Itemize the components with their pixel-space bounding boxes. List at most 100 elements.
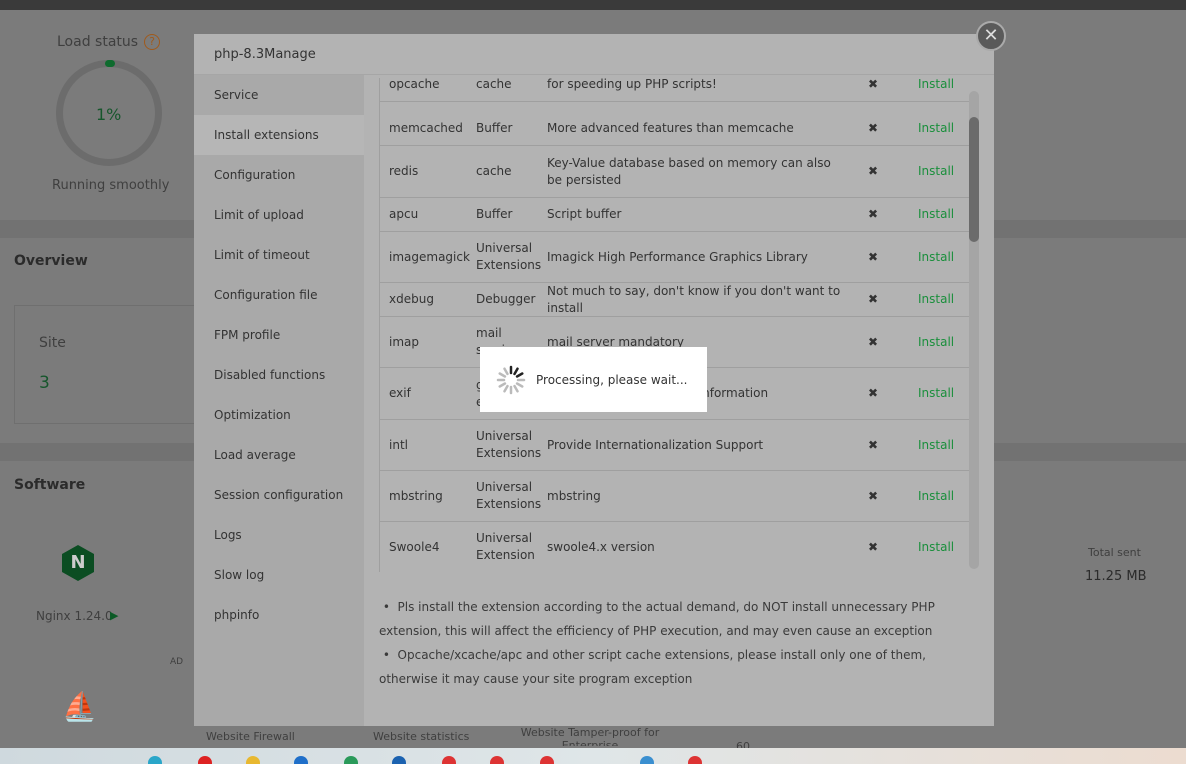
app-icon[interactable] xyxy=(640,756,654,764)
gauge-indicator xyxy=(105,60,115,67)
not-installed-icon: ✖ xyxy=(868,164,879,178)
statistics-label[interactable]: Website statistics xyxy=(373,730,469,743)
scrollbar-thumb[interactable] xyxy=(969,117,979,242)
extension-name: imagemagick xyxy=(389,249,470,264)
sidebar-item[interactable]: phpinfo xyxy=(194,595,364,635)
install-button[interactable]: Install xyxy=(918,163,954,180)
spinner-segment xyxy=(498,371,507,378)
install-button[interactable]: Install xyxy=(918,385,954,402)
sidebar-item[interactable]: FPM profile xyxy=(194,315,364,355)
sidebar-item[interactable]: Optimization xyxy=(194,395,364,435)
load-text: Running smoothly xyxy=(52,178,170,193)
chrome-icon[interactable] xyxy=(688,756,702,764)
install-button[interactable]: Install xyxy=(918,249,954,266)
extension-type: Debugger xyxy=(476,292,536,306)
site-value[interactable]: 3 xyxy=(39,373,50,393)
install-button[interactable]: Install xyxy=(918,120,954,137)
load-value: 1% xyxy=(96,105,122,124)
spinner-segment xyxy=(513,366,519,375)
extension-type: Universal Extension xyxy=(476,531,535,562)
firewall-label[interactable]: Website Firewall xyxy=(206,730,295,743)
spinner-segment xyxy=(503,384,509,393)
install-button[interactable]: Install xyxy=(918,334,954,351)
extension-name: redis xyxy=(389,164,419,178)
ship-icon[interactable]: ⛵ xyxy=(62,690,97,723)
sidebar-item[interactable]: Session configuration xyxy=(194,475,364,515)
extension-name: opcache xyxy=(389,78,440,91)
site-card[interactable] xyxy=(14,305,214,424)
spinner-segment xyxy=(515,381,524,388)
total-sent-label: Total sent xyxy=(1088,546,1141,559)
nginx-version[interactable]: Nginx 1.24.0 xyxy=(36,609,113,623)
extension-type: Universal Extensions xyxy=(476,480,542,511)
chrome-icon[interactable] xyxy=(442,756,456,764)
spinner-segment xyxy=(515,371,524,378)
install-button[interactable]: Install xyxy=(918,539,954,556)
sidebar-item[interactable]: Service xyxy=(194,75,364,115)
extensions-table: opcache cache for speeding up PHP scripts!… xyxy=(379,78,969,572)
install-button[interactable]: Install xyxy=(918,488,954,505)
help-icon[interactable]: ? xyxy=(144,34,160,50)
close-modal-button[interactable]: ✕ xyxy=(976,21,1006,51)
tamper-label[interactable]: Website Tamper-proof for Enterprise xyxy=(515,726,665,746)
sidebar-item[interactable]: Configuration file xyxy=(194,275,364,315)
spinner-icon xyxy=(496,365,526,394)
play-icon[interactable]: ▶ xyxy=(110,609,118,622)
extension-description: Key-Value database based on memory can a… xyxy=(547,155,831,187)
scrollbar[interactable] xyxy=(969,91,979,569)
sidebar-item[interactable]: Limit of timeout xyxy=(194,235,364,275)
not-installed-icon: ✖ xyxy=(868,78,879,91)
not-installed-icon: ✖ xyxy=(868,437,879,452)
table-row: opcache cache for speeding up PHP scripts!… xyxy=(380,78,969,102)
install-button[interactable]: Install xyxy=(918,78,954,93)
install-button[interactable]: Install xyxy=(918,437,954,454)
sidebar-item[interactable]: Load average xyxy=(194,435,364,475)
extension-description: More advanced features than memcache xyxy=(547,121,794,135)
app-icon[interactable] xyxy=(198,756,212,764)
chrome-icon[interactable] xyxy=(490,756,504,764)
extension-description: Not much to say, don't know if you don't… xyxy=(547,283,841,315)
note-item: • Pls install the extension according to… xyxy=(379,600,935,638)
extension-name: memcached xyxy=(389,121,463,135)
sidebar-item[interactable]: Logs xyxy=(194,515,364,555)
extension-type: cache xyxy=(476,78,512,91)
software-heading: Software xyxy=(14,477,86,493)
not-installed-icon: ✖ xyxy=(868,207,879,221)
overview-heading: Overview xyxy=(14,253,88,269)
edge-icon[interactable] xyxy=(148,756,162,764)
total-sent-value: 11.25 MB xyxy=(1085,569,1147,584)
sidebar-item[interactable]: Limit of upload xyxy=(194,195,364,235)
app-icon[interactable] xyxy=(344,756,358,764)
table-row: xdebug Debugger Not much to say, don't kno… xyxy=(380,283,969,317)
store-icon[interactable] xyxy=(294,756,308,764)
top-bar xyxy=(0,0,1186,10)
app-icon[interactable] xyxy=(392,756,406,764)
table-row: apcu Buffer Script buffer ✖ Install xyxy=(380,198,969,232)
sidebar-item[interactable]: Configuration xyxy=(194,155,364,195)
not-installed-icon: ✖ xyxy=(868,334,879,349)
extension-description: Provide Internationalization Support xyxy=(547,437,764,452)
table-row: intl Universal Extensions Provide Internat… xyxy=(380,420,969,471)
table-row: redis cache Key-Value database based on me… xyxy=(380,146,969,198)
load-status-label: Load status xyxy=(57,34,139,50)
extension-name: intl xyxy=(389,437,408,452)
extension-type: cache xyxy=(476,164,512,178)
sidebar-item[interactable]: Disabled functions xyxy=(194,355,364,395)
extension-description: Script buffer xyxy=(547,207,622,221)
install-button[interactable]: Install xyxy=(918,206,954,223)
spinner-segment xyxy=(498,381,507,388)
not-installed-icon: ✖ xyxy=(868,539,879,554)
table-row: mbstring Universal Extensions mbstring ✖ Ins… xyxy=(380,471,969,522)
modal-title: php-8.3Manage xyxy=(194,34,994,75)
sidebar-item[interactable]: Install extensions xyxy=(194,115,364,155)
extension-description: mbstring xyxy=(547,488,601,503)
notes: • Pls install the extension according to… xyxy=(379,595,979,691)
chrome-icon[interactable] xyxy=(540,756,554,764)
install-button[interactable]: Install xyxy=(918,291,954,308)
site-label: Site xyxy=(39,335,66,351)
sidebar-item[interactable]: Slow log xyxy=(194,555,364,595)
extension-name: imap xyxy=(389,334,419,349)
note-item: • Opcache/xcache/apc and other script ca… xyxy=(379,648,926,686)
folder-icon[interactable] xyxy=(246,756,260,764)
extension-type: Buffer xyxy=(476,121,513,135)
